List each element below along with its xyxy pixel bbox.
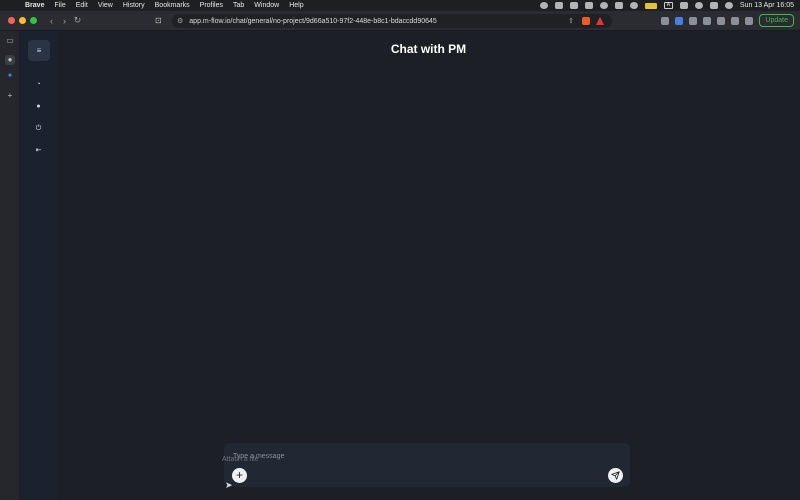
siri-icon[interactable] <box>724 2 733 9</box>
sidebar-toggle-icon[interactable] <box>703 16 712 25</box>
vpn-icon[interactable] <box>745 16 754 25</box>
record-icon[interactable] <box>539 2 548 9</box>
logout-icon[interactable]: ⇤ <box>33 145 44 156</box>
menu-edit[interactable]: Edit <box>76 2 88 9</box>
share-icon[interactable]: ⇧ <box>568 17 574 25</box>
zoom-window-button[interactable] <box>30 17 37 24</box>
menu-view[interactable]: View <box>98 2 113 9</box>
site-settings-icon[interactable]: ⚙ <box>177 17 183 25</box>
menu-history[interactable]: History <box>123 2 145 9</box>
wallet-icon[interactable] <box>717 16 726 25</box>
brave-rewards-icon[interactable] <box>596 17 604 25</box>
bookmark-icon[interactable]: ⊡ <box>155 16 162 25</box>
plus-icon: + <box>235 468 243 482</box>
menu-bookmarks[interactable]: Bookmarks <box>155 2 190 9</box>
send-icon <box>611 471 620 480</box>
layers-icon[interactable] <box>584 2 593 9</box>
address-bar[interactable]: ⚙ app.m-flow.io/chat/general/no-project/… <box>172 14 612 28</box>
bluetooth-icon[interactable] <box>614 2 623 9</box>
input-source-icon[interactable]: A <box>663 2 673 9</box>
extensions-icon[interactable] <box>689 16 698 25</box>
url-text[interactable]: app.m-flow.io/chat/general/no-project/9d… <box>189 18 437 25</box>
attach-button[interactable]: + <box>232 468 247 483</box>
hat-icon[interactable] <box>599 2 608 9</box>
chat-main: Chat with PM Attach a file + ➤ <box>57 31 800 500</box>
minimize-window-button[interactable] <box>19 17 26 24</box>
spotlight-icon[interactable] <box>694 2 703 9</box>
browser-sidebar: ▭ ● ✦ + <box>0 31 20 500</box>
forward-icon[interactable]: › <box>58 16 71 26</box>
attach-tooltip: Attach a file <box>222 456 259 463</box>
status-tray: A Sun 13 Apr 16:05 <box>539 0 794 11</box>
plug-icon[interactable]: ⏻ <box>33 123 44 134</box>
gmail-extension-icon[interactable] <box>661 16 670 25</box>
menu-file[interactable]: File <box>54 2 65 9</box>
menu-window[interactable]: Window <box>254 2 279 9</box>
reload-icon[interactable]: ↻ <box>71 15 84 26</box>
pinned-tab-icon[interactable]: ✦ <box>5 71 15 81</box>
brave-shields-icon[interactable] <box>582 17 590 25</box>
menu-tab[interactable]: Tab <box>233 2 244 9</box>
menu-app-name[interactable]: Brave <box>25 2 44 9</box>
mouse-cursor-icon: ➤ <box>225 480 233 490</box>
macos-menu-bar: Brave File Edit View History Bookmarks P… <box>0 0 800 11</box>
add-tab-icon[interactable]: + <box>5 91 15 101</box>
dashboard-icon[interactable]: ◔ <box>33 79 44 90</box>
send-button[interactable] <box>608 468 623 483</box>
update-button[interactable]: Update <box>759 14 794 27</box>
chat-icon[interactable]: ● <box>33 101 44 112</box>
menu-icon[interactable]: ≡ <box>28 40 50 61</box>
m-flow-tab-icon[interactable]: ● <box>5 55 15 65</box>
translate-extension-icon[interactable] <box>675 16 684 25</box>
message-composer: Attach a file + <box>222 443 630 487</box>
clock[interactable]: Sun 13 Apr 16:05 <box>740 2 794 9</box>
extensions-area: Update <box>661 14 794 27</box>
window-controls <box>8 17 37 24</box>
menu-profiles[interactable]: Profiles <box>200 2 223 9</box>
control-center-icon[interactable] <box>709 2 718 9</box>
menu-help[interactable]: Help <box>289 2 303 9</box>
battery-icon[interactable] <box>644 2 657 9</box>
play-icon[interactable] <box>629 2 638 9</box>
page-title: Chat with PM <box>390 42 467 56</box>
leo-ai-icon[interactable] <box>731 16 740 25</box>
browser-toolbar: ‹ › ↻ ⊡ ⚙ app.m-flow.io/chat/general/no-… <box>0 11 800 31</box>
app-sidebar: ≡ ◔ ● ⏻ ⇤ <box>20 31 57 500</box>
back-icon[interactable]: ‹ <box>45 16 58 26</box>
cloud-icon[interactable] <box>554 2 563 9</box>
wifi-icon[interactable] <box>679 2 688 9</box>
message-input[interactable] <box>233 450 593 462</box>
meta-icon[interactable] <box>569 2 578 9</box>
close-window-button[interactable] <box>8 17 15 24</box>
sidebar-panel-icon[interactable]: ▭ <box>5 36 15 46</box>
